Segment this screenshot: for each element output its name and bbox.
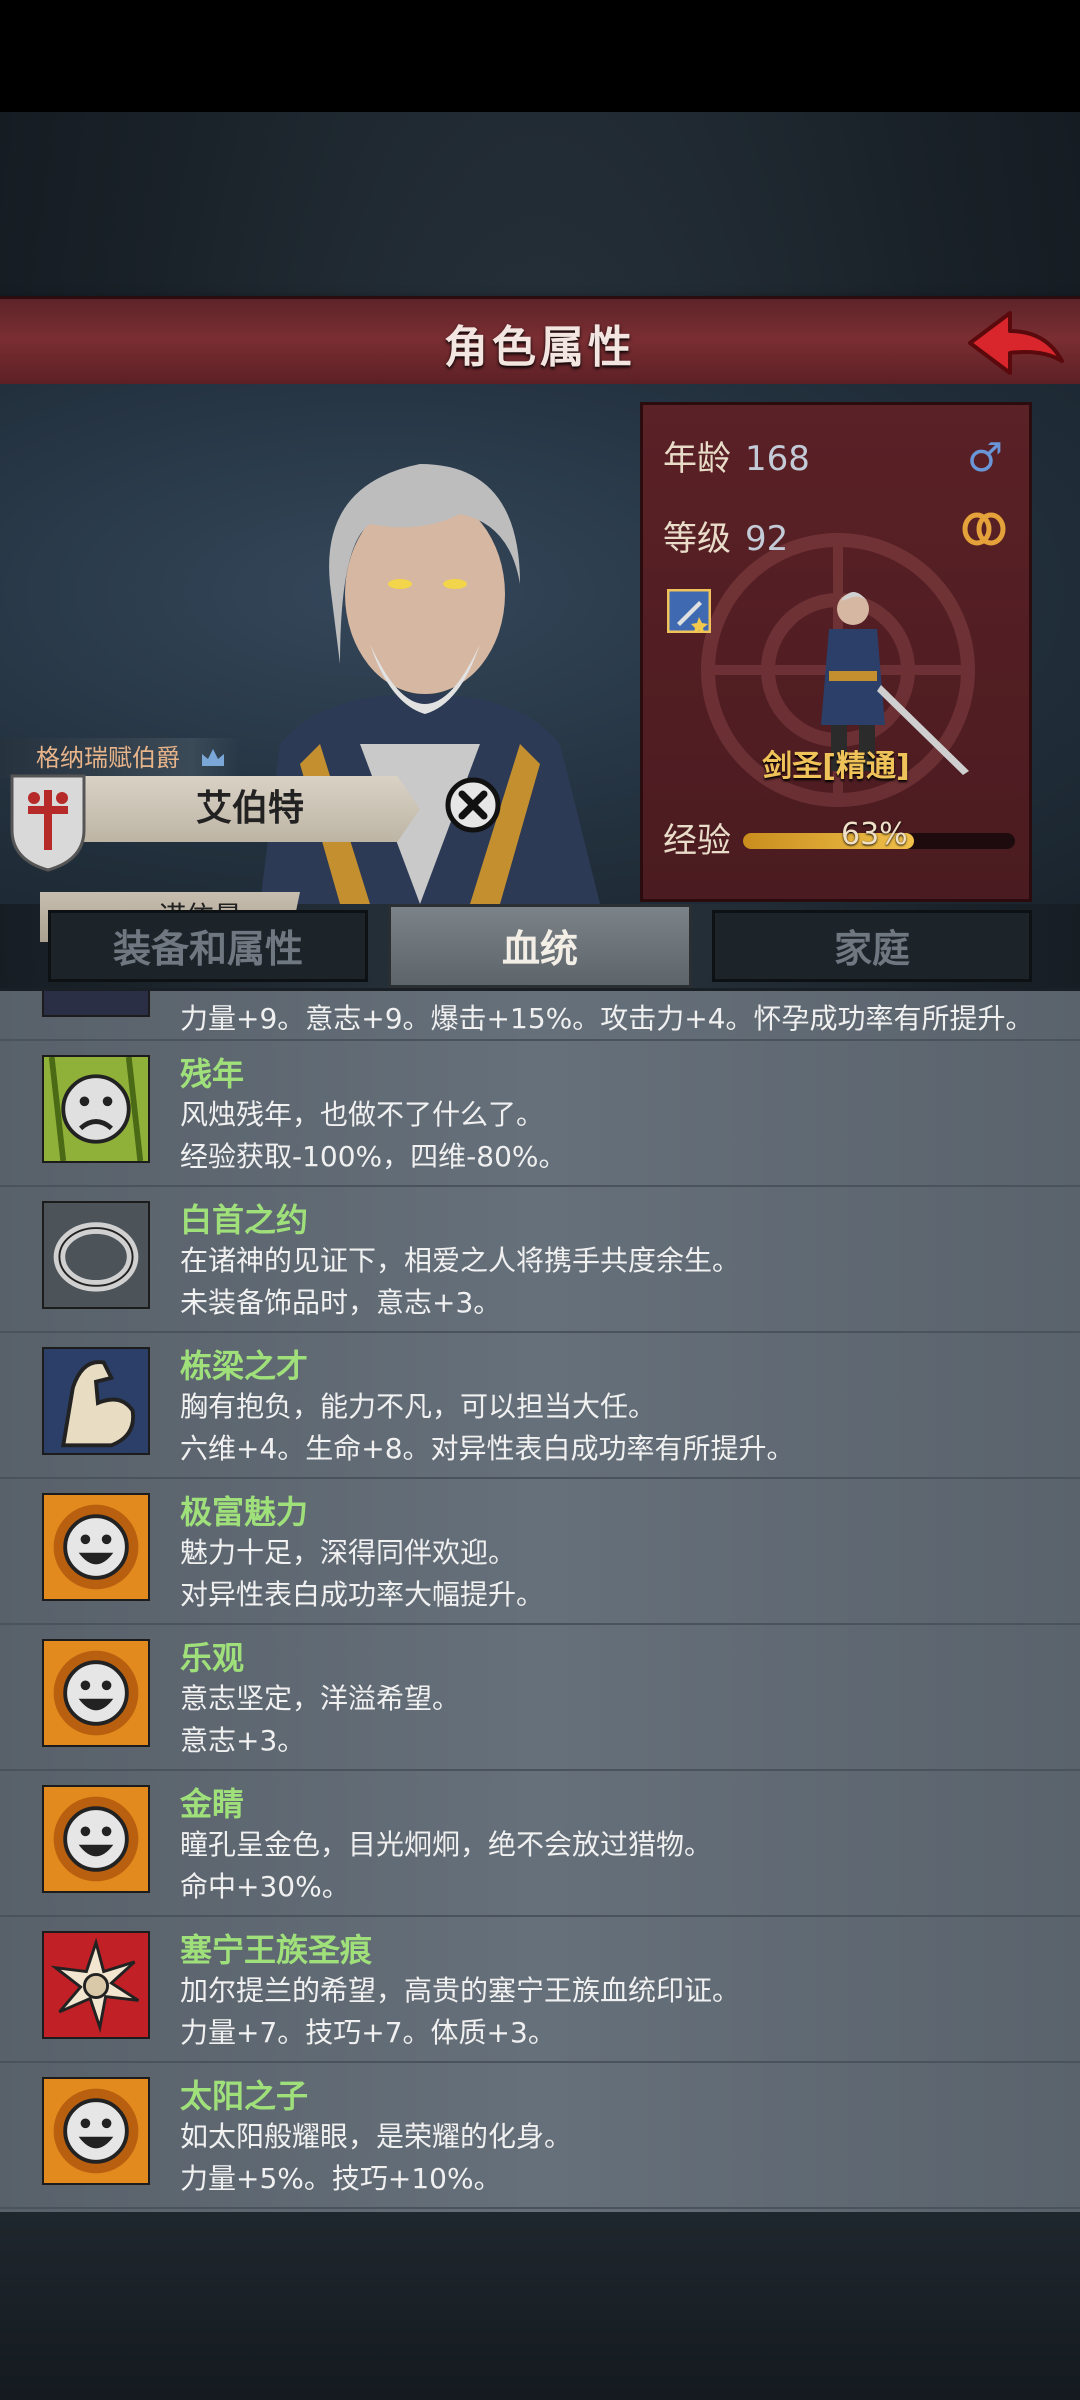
bottom-background (0, 2212, 1080, 2400)
trait-effect: 经验获取-100%，四维-80%。 (180, 1140, 567, 1173)
name-plate: 艾伯特 (40, 776, 420, 842)
tab-family[interactable]: 家庭 (712, 910, 1032, 982)
age-value: 168 (745, 439, 810, 479)
list-item: 残年 风烛残年，也做不了什么了。 经验获取-100%，四维-80%。 (0, 1039, 1080, 1187)
page-title: 角色属性 (444, 322, 636, 373)
happy-face-icon (42, 1493, 150, 1601)
male-icon: ♂ (967, 435, 1003, 481)
age-row: 年龄 168 (663, 431, 810, 480)
list-item: 乐观 意志坚定，洋溢希望。 意志+3。 (0, 1623, 1080, 1771)
happy-face-icon (42, 1785, 150, 1893)
tab-bloodline[interactable]: 血统 (388, 904, 692, 988)
exp-label: 经验 (663, 821, 731, 861)
trait-name: 残年 (180, 1055, 245, 1093)
trait-effect: 力量+9。意志+9。爆击+15%。攻击力+4。怀孕成功率有所提升。 (180, 1002, 1034, 1035)
trait-icon (42, 991, 150, 1017)
trait-effect: 六维+4。生命+8。对异性表白成功率有所提升。 (180, 1432, 795, 1465)
trait-name: 太阳之子 (180, 2077, 309, 2115)
stats-panel: 年龄 168 ♂ 等级 92 剑圣[精通] 经验 63% (640, 402, 1032, 902)
trait-description: 胸有抱负，能力不凡，可以担当大任。 (180, 1390, 657, 1423)
trait-description: 风烛残年，也做不了什么了。 (180, 1098, 545, 1131)
trait-effect: 对异性表白成功率大幅提升。 (180, 1578, 545, 1611)
list-item: 白首之约 在诸神的见证下，相爱之人将携手共度余生。 未装备饰品时，意志+3。 (0, 1185, 1080, 1333)
age-label: 年龄 (663, 439, 731, 479)
happy-face-icon (42, 1639, 150, 1747)
sad-face-icon (42, 1055, 150, 1163)
trait-description: 如太阳般耀眼，是荣耀的化身。 (180, 2120, 573, 2153)
tab-bar: 装备和属性 血统 家庭 (40, 904, 1040, 988)
ring-icon (42, 1201, 150, 1309)
trait-description: 瞳孔呈金色，目光炯炯，绝不会放过猎物。 (180, 1828, 713, 1861)
class-name: 剑圣[精通] (762, 749, 910, 784)
character-name: 艾伯特 (195, 788, 304, 829)
trait-effect: 命中+30%。 (180, 1870, 350, 1903)
title-banner: 角色属性 (0, 296, 1080, 391)
flexed-arm-icon (42, 1347, 150, 1455)
trait-description: 魅力十足，深得同伴欢迎。 (180, 1536, 517, 1569)
trait-description: 在诸神的见证下，相爱之人将携手共度余生。 (180, 1244, 741, 1277)
trait-name: 白首之约 (180, 1201, 309, 1239)
royal-sun-emblem-icon (42, 1931, 150, 2039)
list-item: 栋梁之才 胸有抱负，能力不凡，可以担当大任。 六维+4。生命+8。对异性表白成功… (0, 1331, 1080, 1479)
status-bar (0, 0, 1080, 112)
trait-effect: 力量+7。技巧+7。体质+3。 (180, 2016, 556, 2049)
trait-list[interactable]: 力量+9。意志+9。爆击+15%。攻击力+4。怀孕成功率有所提升。 残年 风烛残… (0, 988, 1080, 2215)
level-row: 等级 92 (663, 511, 788, 560)
wedding-rings-icon[interactable] (961, 509, 1007, 549)
family-crest-icon (10, 774, 86, 872)
exp-percent: 63% (841, 817, 908, 852)
list-item: 太阳之子 如太阳般耀眼，是荣耀的化身。 力量+5%。技巧+10%。 (0, 2061, 1080, 2209)
trait-description: 加尔提兰的希望，高贵的塞宁王族血统印证。 (180, 1974, 741, 2007)
list-item: 极富魅力 魅力十足，深得同伴欢迎。 对异性表白成功率大幅提升。 (0, 1477, 1080, 1625)
tab-equipment-attributes[interactable]: 装备和属性 (48, 910, 368, 982)
trait-name: 极富魅力 (180, 1493, 309, 1531)
back-button[interactable] (966, 305, 1066, 381)
trait-effect: 意志+3。 (180, 1724, 306, 1757)
happy-face-icon (42, 2077, 150, 2185)
list-item: 力量+9。意志+9。爆击+15%。攻击力+4。怀孕成功率有所提升。 (0, 991, 1080, 1041)
level-value: 92 (745, 519, 789, 559)
trait-name: 栋梁之才 (180, 1347, 309, 1385)
list-item: 塞宁王族圣痕 加尔提兰的希望，高贵的塞宁王族血统印证。 力量+7。技巧+7。体质… (0, 1915, 1080, 2063)
level-label: 等级 (663, 519, 731, 559)
trait-name: 乐观 (180, 1639, 245, 1677)
trait-name: 金睛 (180, 1785, 245, 1823)
sword-skill-icon[interactable] (667, 589, 711, 633)
close-button[interactable] (444, 776, 502, 834)
hero-section: 格纳瑞赋伯爵 艾伯特 诺依曼 年龄168 ♂ 等级92 (0, 384, 1080, 942)
trait-effect: 未装备饰品时，意志+3。 (180, 1286, 502, 1319)
back-arrow-icon (968, 311, 1064, 375)
crown-icon (202, 749, 224, 766)
trait-effect: 力量+5%。技巧+10%。 (180, 2162, 502, 2195)
list-item: 金睛 瞳孔呈金色，目光炯炯，绝不会放过猎物。 命中+30%。 (0, 1769, 1080, 1917)
trait-description: 意志坚定，洋溢希望。 (180, 1682, 461, 1715)
trait-name: 塞宁王族圣痕 (180, 1931, 373, 1969)
